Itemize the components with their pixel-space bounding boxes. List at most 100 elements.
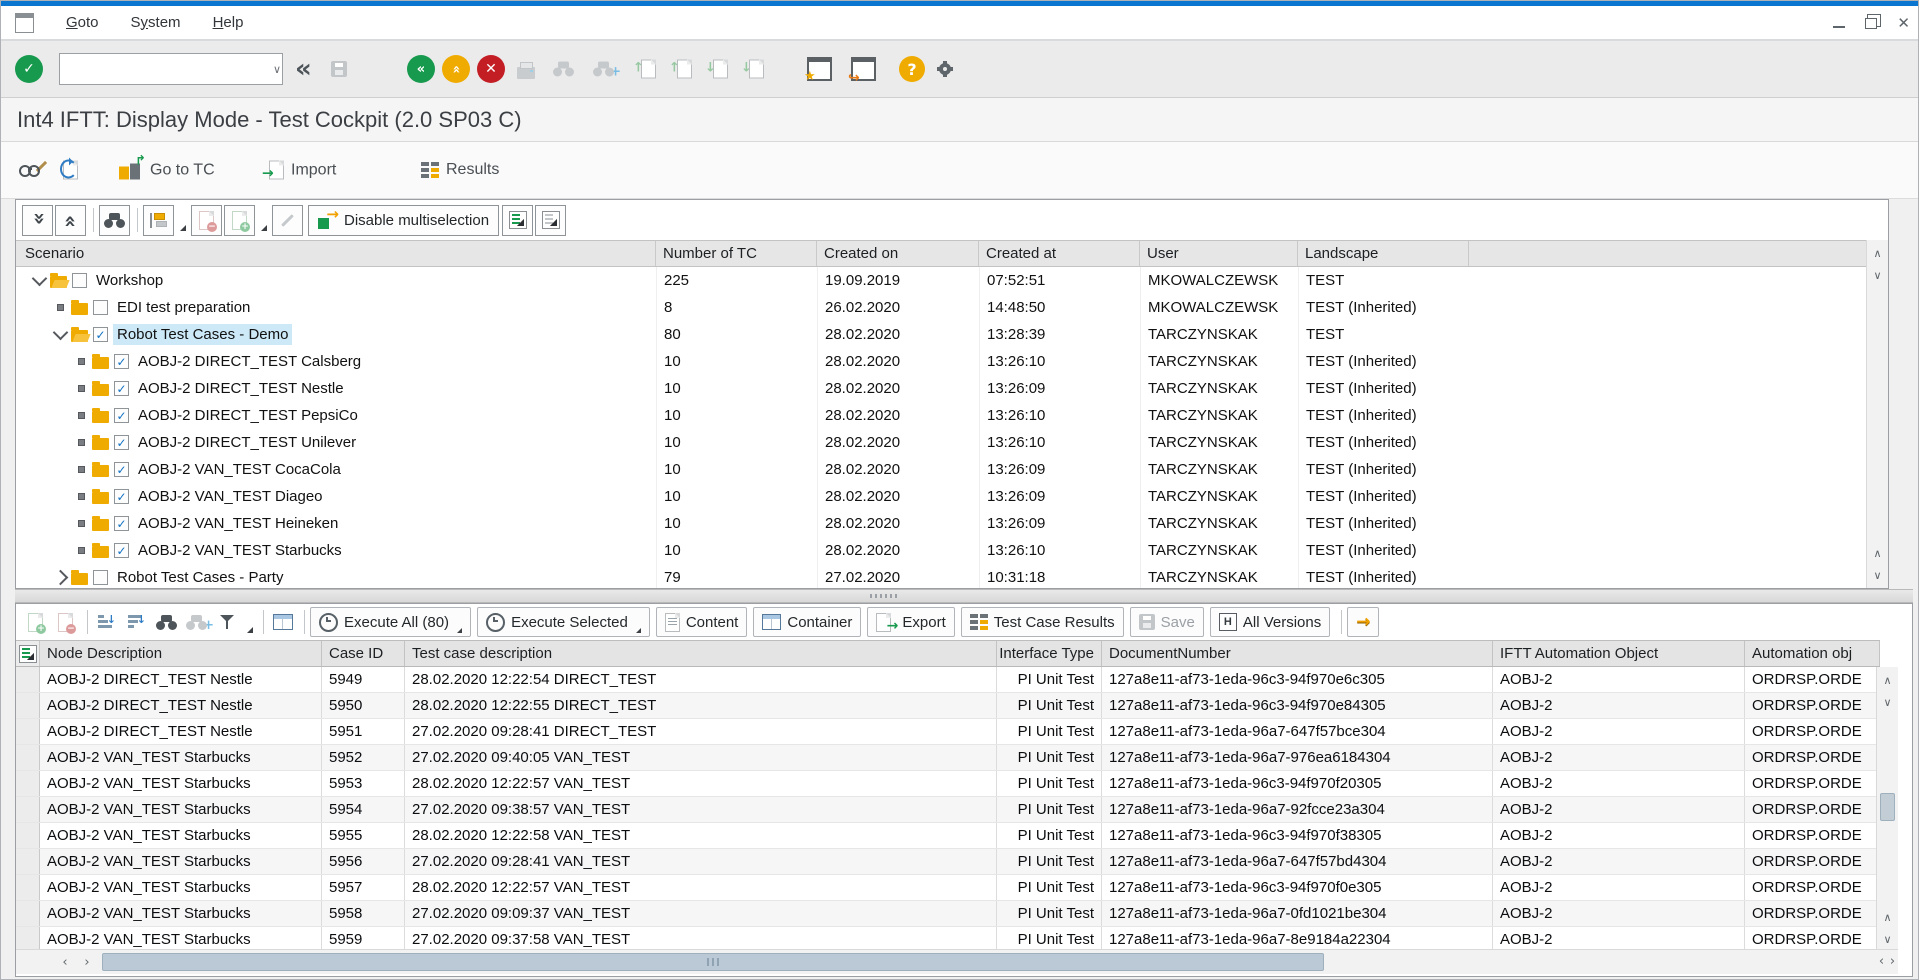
tree-node-label[interactable]: EDI test preparation [113,297,254,318]
table-column-header-iftt-automation-object[interactable]: IFTT Automation Object [1493,641,1745,666]
menu-item-goto[interactable]: Goto [66,14,99,31]
scroll-up-icon[interactable]: ∧ [1867,242,1888,264]
column-header-user[interactable]: User [1140,241,1298,266]
menu-item-system[interactable]: System [131,14,181,31]
sort-ascending-button[interactable]: ↓ [93,609,120,636]
tree-node-label[interactable]: AOBJ-2 DIRECT_TEST Calsberg [134,351,365,372]
tree-node-label[interactable]: Workshop [92,270,167,291]
save-icon[interactable] [331,61,347,77]
content-button[interactable]: Content [656,607,748,637]
checkbox[interactable] [72,273,87,288]
all-versions-button[interactable]: HAll Versions [1210,607,1330,637]
column-header-scenario[interactable]: Scenario [18,241,656,266]
scroll-down-icon[interactable]: ∨ [1877,691,1898,713]
first-page-icon[interactable]: ↑ [641,60,656,79]
close-icon[interactable]: ✕ [1897,14,1910,32]
filter-dropdown[interactable] [243,608,256,637]
scroll-left-icon[interactable]: ‹ [54,951,76,973]
export-button[interactable]: →Export [867,607,954,637]
results-button[interactable]: Results [421,161,499,179]
tree-node-label[interactable]: Robot Test Cases - Demo [113,324,292,345]
table-row[interactable]: AOBJ-2 VAN_TEST Starbucks595528.02.2020 … [16,823,1880,849]
expander-icon[interactable] [53,325,69,341]
table-horizontal-scrollbar[interactable]: ‹ › [16,949,1880,974]
find-next-button[interactable]: + [183,609,210,636]
restore-icon[interactable] [1865,18,1877,29]
deselect-all-button[interactable] [535,205,566,236]
checkbox[interactable]: ✓ [114,354,129,369]
display-change-button[interactable] [19,162,40,178]
column-header-number-of-tc[interactable]: Number of TC [656,241,817,266]
select-all-button[interactable] [502,205,533,236]
chevron-down-icon[interactable]: ∨ [267,63,287,76]
checkbox[interactable]: ✓ [114,381,129,396]
checkbox[interactable]: ✓ [114,435,129,450]
delete-scenario-button[interactable]: − [191,205,222,236]
table-row[interactable]: AOBJ-2 VAN_TEST Starbucks595328.02.2020 … [16,771,1880,797]
tree-node-label[interactable]: AOBJ-2 VAN_TEST CocaCola [134,459,345,480]
sort-descending-button[interactable]: ↓ [123,609,150,636]
row-selector[interactable] [16,719,40,744]
tree-node-label[interactable]: AOBJ-2 VAN_TEST Diageo [134,486,327,507]
add-scenario-dropdown[interactable] [257,206,270,235]
forward-button[interactable]: → [1347,607,1379,637]
table-row[interactable]: AOBJ-2 DIRECT_TEST Nestle595127.02.2020 … [16,719,1880,745]
go-to-tc-button[interactable]: ↱Go to TC [119,160,215,181]
customize-layout-icon[interactable] [937,61,953,77]
scroll-down-icon[interactable]: ∨ [1877,928,1898,950]
print-icon[interactable] [517,67,535,79]
checkbox[interactable]: ✓ [114,462,129,477]
help-icon[interactable]: ? [899,56,925,82]
splitter-grip[interactable] [870,594,898,598]
scroll-down-icon[interactable]: ∨ [1867,564,1888,586]
scrollbar-thumb[interactable] [102,953,1324,971]
stop-icon[interactable]: ✕ [477,55,505,83]
tree-node-label[interactable]: AOBJ-2 DIRECT_TEST Unilever [134,432,360,453]
tree-node-label[interactable]: AOBJ-2 VAN_TEST Starbucks [134,540,346,561]
find-next-icon[interactable]: + [593,62,614,77]
checkbox[interactable] [93,300,108,315]
table-column-header-case-id[interactable]: Case ID [322,641,405,666]
cancel-icon[interactable]: « [442,55,470,83]
new-session-icon[interactable]: ★ [807,57,832,81]
create-shortcut-icon[interactable]: ↪ [851,57,876,81]
menu-item-help[interactable]: Help [213,14,244,31]
scroll-up-icon[interactable]: ∧ [1877,669,1898,691]
save-button[interactable]: Save [1130,607,1204,637]
splitter-bar[interactable] [15,589,1913,603]
expand-all-button[interactable]: « [22,205,53,236]
dropdown-icon[interactable] [457,628,462,633]
find-button[interactable] [99,205,130,236]
row-selector[interactable] [16,849,40,874]
row-selector[interactable] [16,901,40,926]
expander-icon[interactable] [32,271,48,287]
find-button[interactable] [153,609,180,636]
tree-node-label[interactable]: AOBJ-2 VAN_TEST Heineken [134,513,342,534]
container-button[interactable]: Container [753,607,861,637]
row-selector[interactable] [16,771,40,796]
tree-node-label[interactable]: AOBJ-2 DIRECT_TEST PepsiCo [134,405,362,426]
disable-multiselection-button[interactable]: →Disable multiselection [308,205,499,236]
row-selector[interactable] [16,745,40,770]
column-header-landscape[interactable]: Landscape [1298,241,1469,266]
enter-icon[interactable]: ✓ [15,55,43,83]
find-icon[interactable] [553,62,574,77]
tree-vertical-scrollbar[interactable]: ∧ ∨ ∧ ∨ [1866,240,1888,588]
row-selector[interactable] [16,823,40,848]
execute-selected-button[interactable]: Execute Selected [477,607,650,637]
table-column-header-automation-obj[interactable]: Automation obj [1745,641,1880,666]
scroll-right-icon[interactable]: › [76,951,98,973]
table-row[interactable]: AOBJ-2 VAN_TEST Starbucks595728.02.2020 … [16,875,1880,901]
scrollbar-thumb[interactable] [1880,793,1895,821]
table-column-header[interactable] [16,641,40,666]
edit-button[interactable] [272,205,303,236]
dropdown-icon[interactable] [636,628,641,633]
next-page-icon[interactable]: ↓ [713,60,728,79]
column-header-created-at[interactable]: Created at [979,241,1140,266]
row-selector[interactable] [16,797,40,822]
test-case-results-button[interactable]: Test Case Results [961,607,1124,637]
last-page-icon[interactable]: ↓ [749,60,764,79]
back-icon[interactable]: « [295,56,310,82]
table-row[interactable]: AOBJ-2 DIRECT_TEST Nestle594928.02.2020 … [16,667,1880,693]
command-field[interactable] [60,57,267,81]
